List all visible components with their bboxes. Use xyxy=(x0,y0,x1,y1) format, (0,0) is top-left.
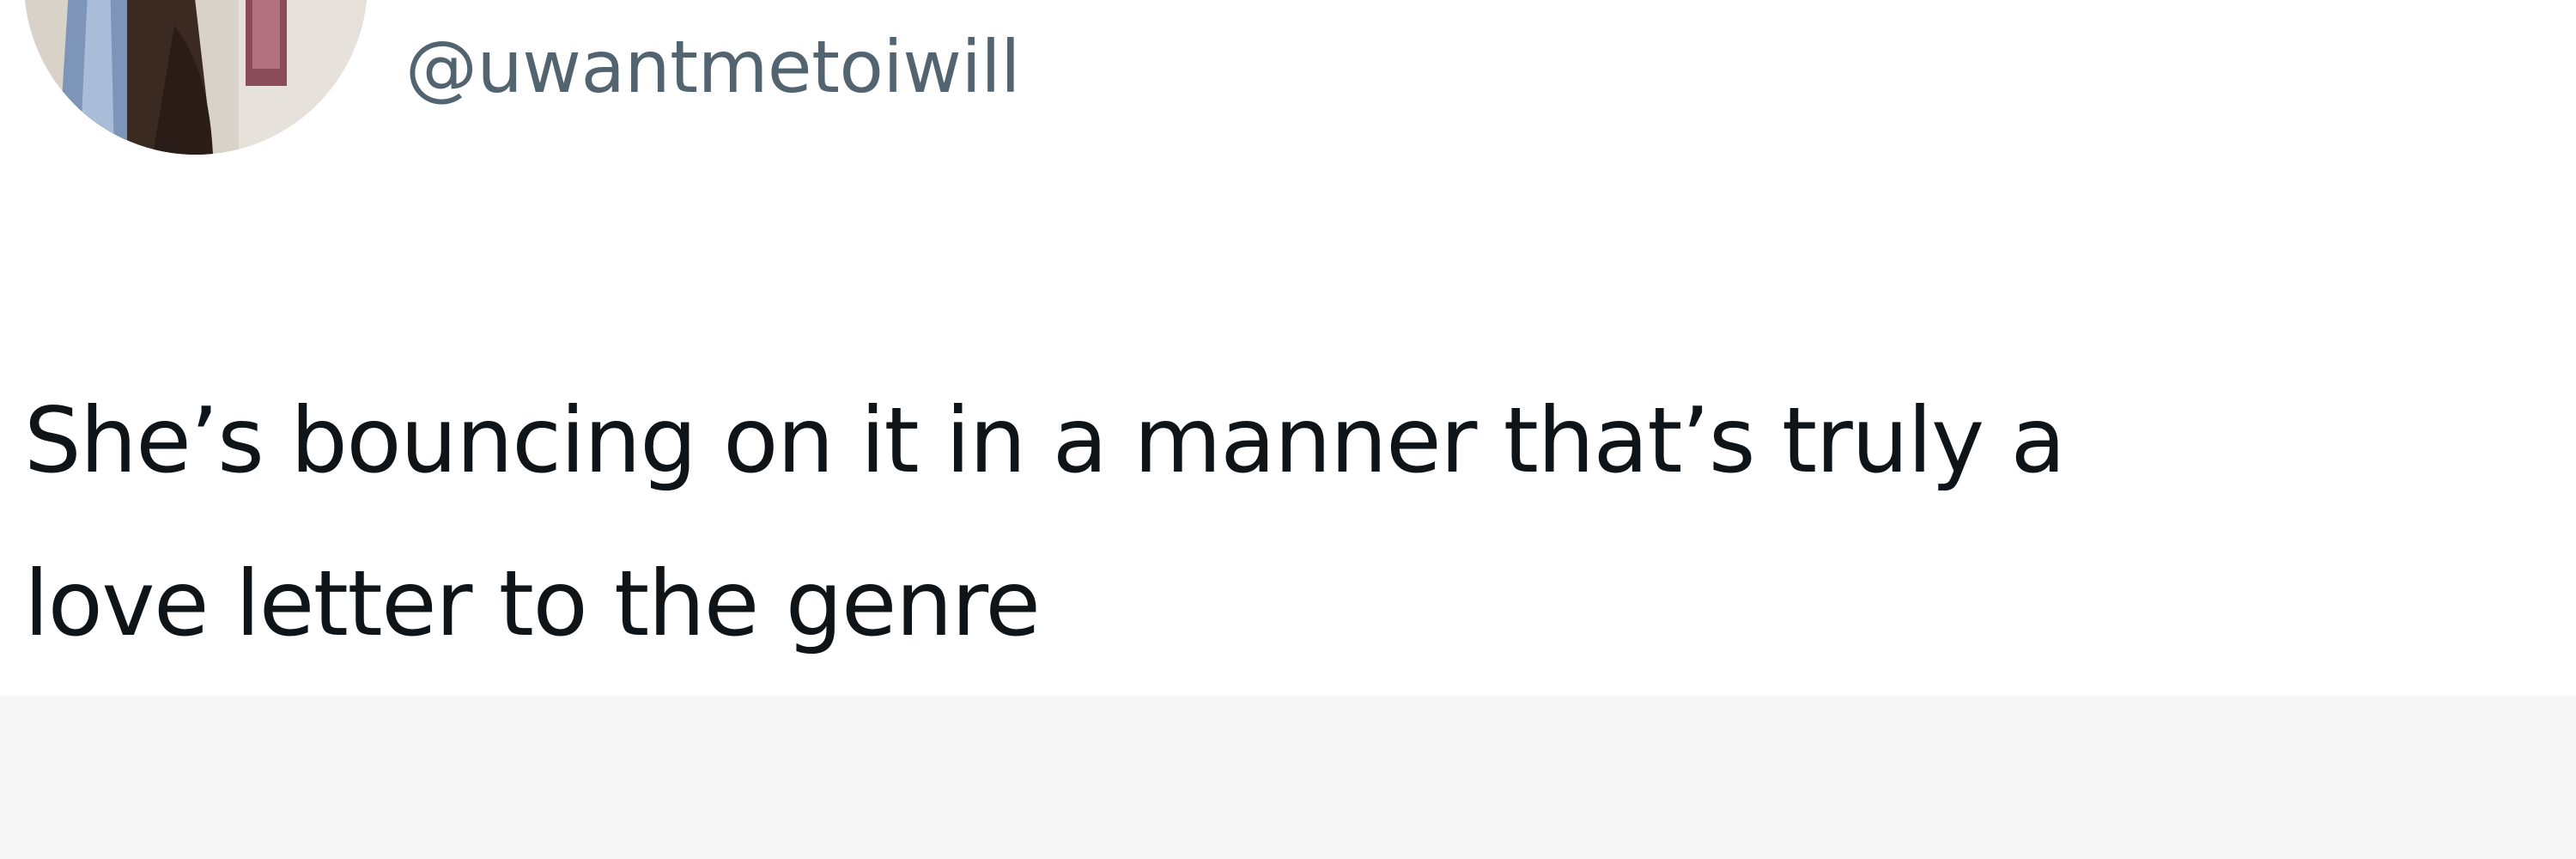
tweet-text: She’s bouncing on it in a manner that’s … xyxy=(24,359,2549,685)
tweet-text-line: love letter to the genre xyxy=(24,551,1041,656)
tweet-card: @uwantmetoiwill She’s bouncing on it in … xyxy=(0,0,2576,696)
avatar[interactable] xyxy=(24,0,368,155)
lower-area xyxy=(0,696,2576,859)
username-handle[interactable]: @uwantmetoiwill xyxy=(405,7,1020,127)
tweet-text-line: She’s bouncing on it in a manner that’s … xyxy=(24,388,2066,493)
avatar-photo xyxy=(24,0,368,155)
